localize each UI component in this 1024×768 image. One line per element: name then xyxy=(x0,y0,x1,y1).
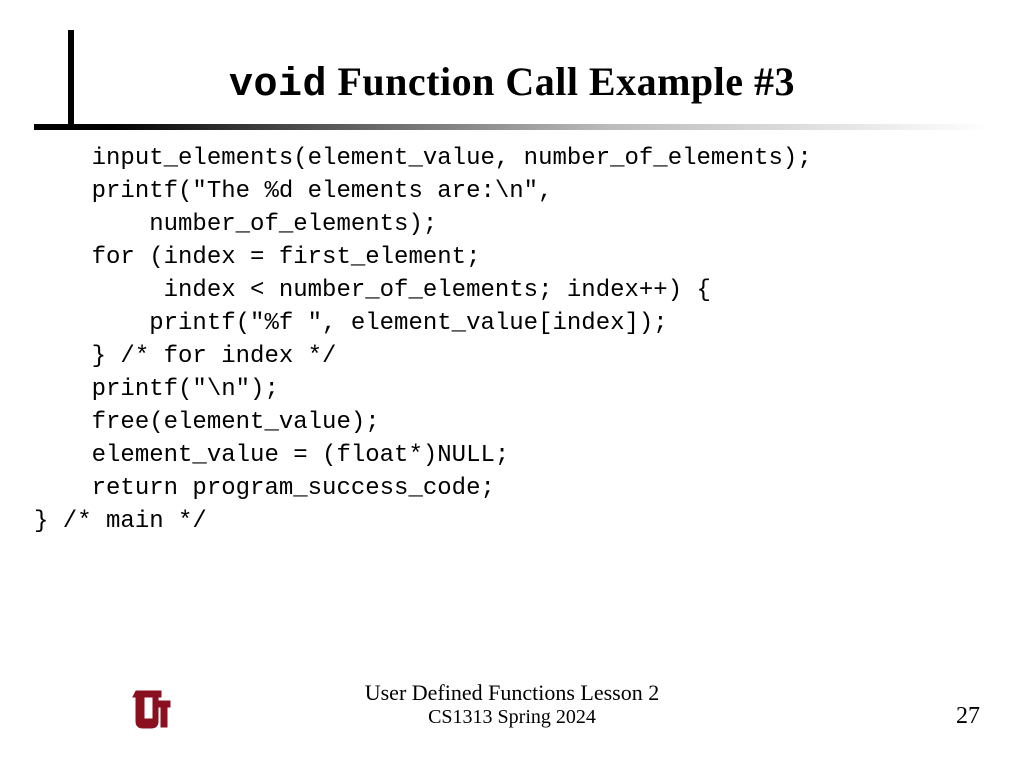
footer-center: User Defined Functions Lesson 2 CS1313 S… xyxy=(0,680,1024,729)
footer-subtitle: CS1313 Spring 2024 xyxy=(0,706,1024,729)
title-area: void Function Call Example #3 xyxy=(0,58,1024,108)
slide: void Function Call Example #3 input_elem… xyxy=(0,0,1024,768)
footer: User Defined Functions Lesson 2 CS1313 S… xyxy=(0,680,1024,740)
title-rest: Function Call Example #3 xyxy=(327,59,795,104)
title-keyword: void xyxy=(229,63,327,108)
page-number: 27 xyxy=(956,703,980,730)
slide-title: void Function Call Example #3 xyxy=(229,59,795,104)
horizontal-rule xyxy=(34,124,990,130)
code-block: input_elements(element_value, number_of_… xyxy=(34,142,990,538)
footer-title: User Defined Functions Lesson 2 xyxy=(0,680,1024,706)
